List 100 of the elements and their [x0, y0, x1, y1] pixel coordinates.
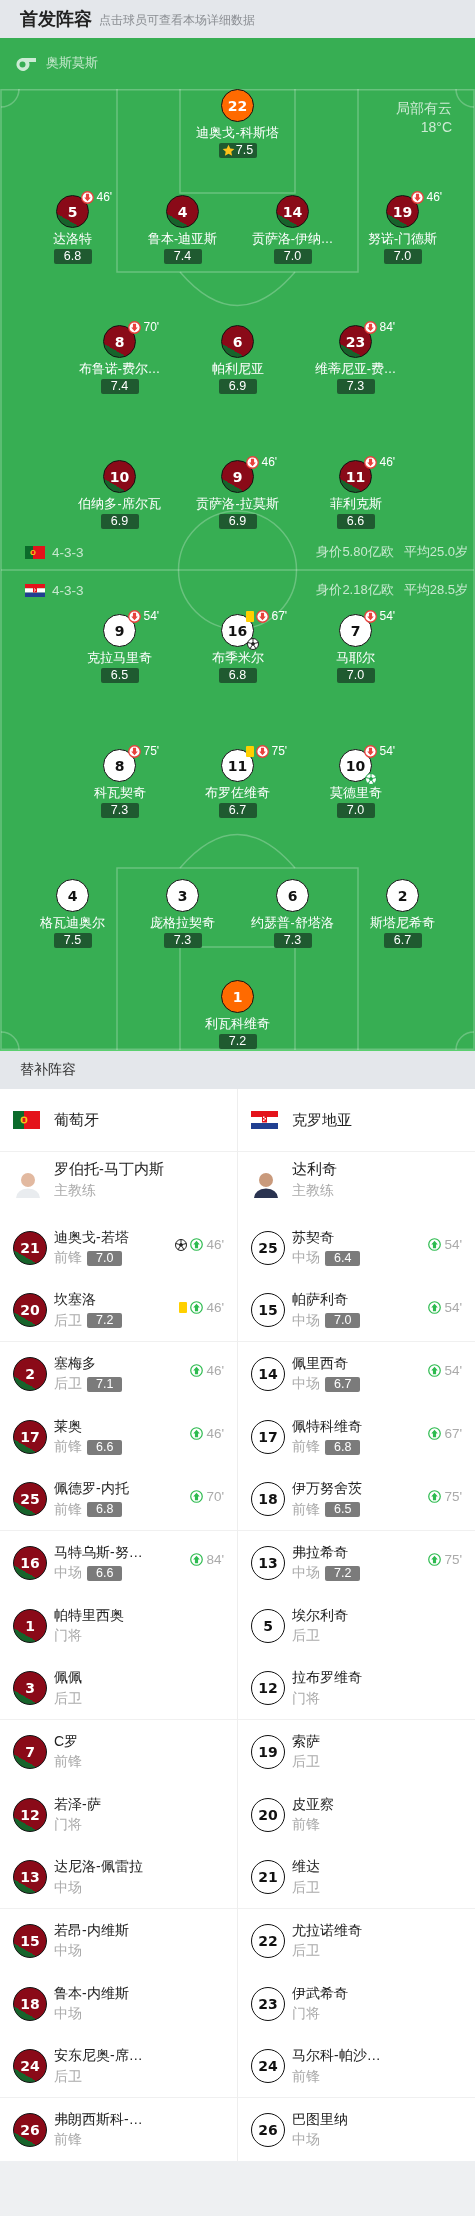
position-text: 后卫: [54, 1311, 82, 1330]
rating-badge: 7.0: [87, 1250, 123, 1266]
shirt-number[interactable]: 21: [251, 1860, 285, 1894]
rating-badge: 7.0: [383, 249, 422, 264]
substitution-on-icon: [190, 1364, 204, 1377]
shirt-number[interactable]: 7: [339, 614, 372, 647]
player-name: 帕利尼亚: [211, 361, 264, 378]
market-value-text: 身价5.80亿欧: [316, 543, 394, 561]
player-name: 伯纳多-席尔瓦: [78, 496, 161, 513]
shirt-number[interactable]: 21: [13, 1230, 47, 1265]
shirt-number[interactable]: 19: [251, 1734, 285, 1769]
shirt-number[interactable]: 19: [386, 195, 419, 228]
coach-role: 主教练: [292, 1182, 335, 1200]
player-name: 若泽-萨: [54, 1794, 101, 1814]
shirt-number[interactable]: 26: [13, 2112, 47, 2147]
position-text: 前锋: [54, 1438, 82, 1456]
rating-badge: 7.0: [336, 803, 375, 818]
shirt-number[interactable]: 8: [103, 749, 136, 782]
rating-badge: 7.3: [163, 933, 202, 948]
shirt-number[interactable]: 16: [13, 1545, 47, 1580]
shirt-number[interactable]: 14: [276, 195, 309, 228]
shirt-number[interactable]: 7: [13, 1734, 47, 1769]
shirt-number[interactable]: 9: [103, 614, 136, 647]
player-name: C罗: [54, 1731, 80, 1751]
shirt-number[interactable]: 12: [13, 1797, 47, 1832]
position-text: 后卫: [54, 1375, 82, 1393]
rating-badge: 6.7: [383, 933, 422, 948]
shirt-number[interactable]: 17: [13, 1419, 47, 1454]
rating-badge: 7.2: [325, 1565, 361, 1581]
shirt-number[interactable]: 5: [56, 195, 89, 228]
substitution-minute: 46': [261, 455, 278, 469]
shirt-number[interactable]: 18: [13, 1986, 47, 2021]
position-text: 门将: [292, 1689, 320, 1708]
shirt-number[interactable]: 2: [13, 1356, 47, 1391]
shirt-number[interactable]: 14: [251, 1356, 285, 1391]
section-title: 首发阵容: [20, 8, 92, 31]
player-name: 苏契奇: [292, 1227, 335, 1247]
player-name: 贡萨洛-拉莫斯: [196, 496, 279, 513]
player-name: 努诺-门德斯: [367, 231, 438, 248]
shirt-number[interactable]: 23: [339, 325, 372, 358]
player-name: 庞格拉契奇: [150, 915, 215, 932]
shirt-number[interactable]: 24: [13, 2049, 47, 2083]
rating-badge: 6.8: [218, 668, 257, 683]
shirt-number[interactable]: 12: [251, 1671, 285, 1705]
rating-badge: 7.0: [336, 668, 375, 683]
rating-badge: 7.4: [100, 379, 139, 394]
shirt-number[interactable]: 4: [166, 195, 199, 228]
shirt-number[interactable]: 15: [251, 1293, 285, 1327]
shirt-number[interactable]: 6: [276, 879, 309, 912]
shirt-number[interactable]: 18: [251, 1482, 285, 1516]
rating-badge: 7.2: [218, 1034, 257, 1049]
shirt-number[interactable]: 15: [13, 1923, 47, 1958]
shirt-number[interactable]: 20: [13, 1293, 47, 1327]
substitution-minute: 84': [206, 1552, 224, 1567]
substitution-minute: 75': [271, 744, 288, 758]
shirt-number[interactable]: 11: [221, 749, 254, 782]
rating-badge: 7.3: [273, 933, 312, 948]
shirt-number[interactable]: 3: [13, 1671, 47, 1705]
shirt-number[interactable]: 13: [13, 1860, 47, 1894]
substitution-minute: 46': [426, 190, 443, 204]
substitution-minute: 46': [96, 190, 113, 204]
shirt-number[interactable]: 20: [251, 1797, 285, 1832]
shirt-number[interactable]: 10: [103, 460, 136, 493]
section-title: 替补阵容: [20, 1061, 76, 1079]
shirt-number[interactable]: 13: [251, 1545, 285, 1580]
shirt-number[interactable]: 3: [166, 879, 199, 912]
shirt-number[interactable]: 25: [13, 1482, 47, 1516]
substitution-on-icon: [428, 1427, 442, 1440]
shirt-number[interactable]: 11: [339, 460, 372, 493]
shirt-number[interactable]: 23: [251, 1986, 285, 2021]
player-name: 科瓦契奇: [93, 785, 146, 802]
rating-badge: 6.6: [87, 1439, 123, 1455]
shirt-number[interactable]: 24: [251, 2049, 285, 2083]
shirt-number[interactable]: 22: [251, 1923, 285, 1958]
substitution-minute: 54': [444, 1237, 462, 1252]
shirt-number[interactable]: 4: [56, 879, 89, 912]
shirt-number[interactable]: 1: [13, 1608, 47, 1643]
player-name: 布季米尔: [211, 650, 264, 667]
position-text: 中场: [54, 1942, 82, 1960]
team-name: 葡萄牙: [54, 1110, 99, 1130]
player-name: 佩德罗-内托: [54, 1479, 129, 1498]
shirt-number[interactable]: 8: [103, 325, 136, 358]
player-name: 马耶尔: [336, 650, 375, 667]
player-name: 布鲁诺-费尔…: [78, 361, 161, 378]
rating-badge: 7.0: [273, 249, 312, 264]
shirt-number[interactable]: 2: [386, 879, 419, 912]
substitution-minute: 46': [206, 1426, 224, 1441]
shirt-number[interactable]: 26: [251, 2112, 285, 2147]
coach-name: 达利奇: [292, 1160, 337, 1179]
position-text: 门将: [292, 2005, 320, 2023]
player-name: 坎塞洛: [54, 1290, 97, 1309]
shirt-number[interactable]: 5: [251, 1608, 285, 1643]
shirt-number[interactable]: 25: [251, 1230, 285, 1265]
player-name: 索萨: [292, 1731, 320, 1751]
position-text: 前锋: [54, 1753, 82, 1771]
shirt-number[interactable]: 17: [251, 1419, 285, 1454]
player-name: 巴图里纳: [292, 2109, 348, 2129]
shirt-number[interactable]: 9: [221, 460, 254, 493]
position-text: 前锋: [54, 1500, 82, 1519]
shirt-number[interactable]: 6: [221, 325, 254, 358]
